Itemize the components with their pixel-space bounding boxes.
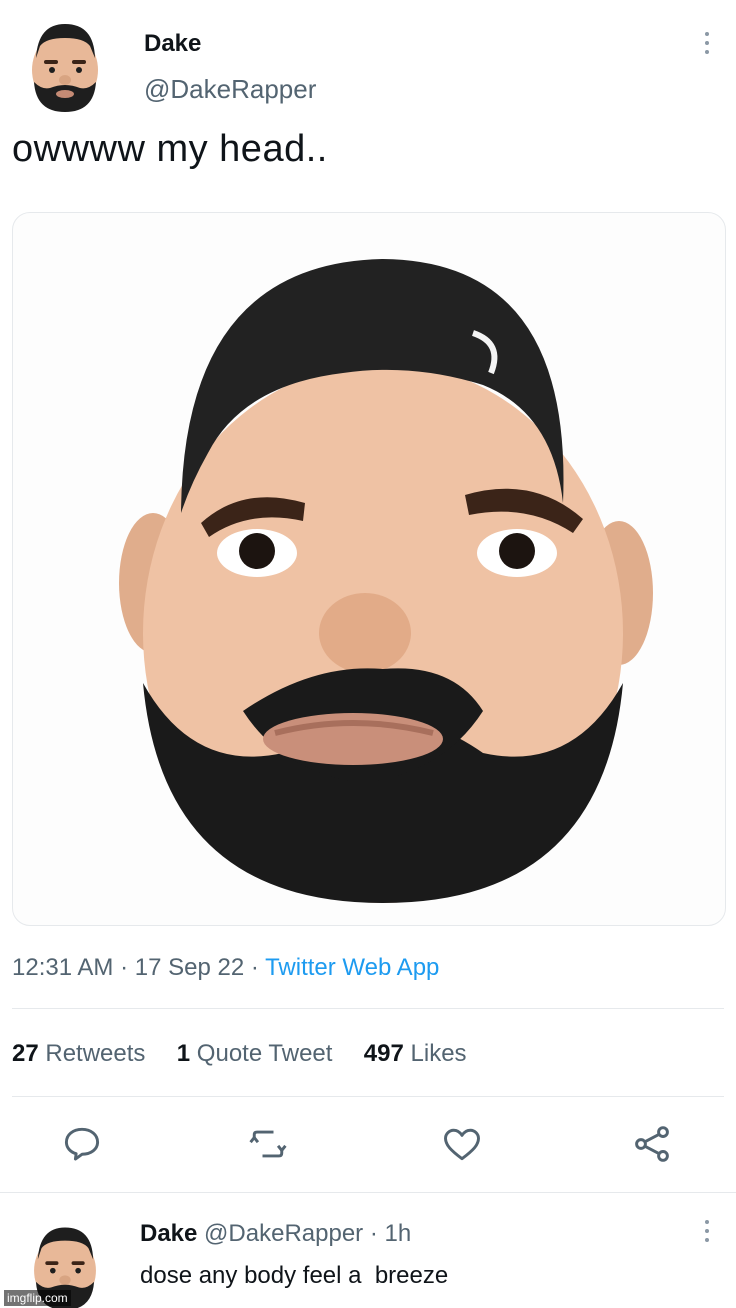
divider: [0, 1192, 736, 1193]
likes-count: 497: [363, 1040, 404, 1067]
more-options-icon[interactable]: [704, 32, 710, 54]
divider: [12, 1008, 724, 1009]
tweet-timestamp-row: 12:31 AM · 17 Sep 22 · Twitter Web App: [12, 954, 439, 982]
avatar-face-icon: [32, 24, 98, 112]
quotes-label: Quote Tweet: [196, 1040, 333, 1067]
retweets-count: 27: [12, 1040, 39, 1067]
quotes-stat[interactable]: 1 Quote Tweet: [177, 1040, 333, 1067]
reply-more-options-icon[interactable]: [704, 1220, 710, 1242]
separator: ·: [363, 1220, 385, 1247]
tweet-text: owwww my head..: [12, 128, 328, 170]
tweet-stats-row: 27 Retweets 1 Quote Tweet 497 Likes: [12, 1040, 467, 1068]
retweets-stat[interactable]: 27 Retweets: [12, 1040, 145, 1067]
author-avatar[interactable]: [28, 16, 102, 112]
likes-stat[interactable]: 497 Likes: [364, 1040, 467, 1067]
likes-label: Likes: [410, 1040, 467, 1067]
tweet-date[interactable]: 17 Sep 22: [135, 954, 244, 981]
share-button[interactable]: [630, 1122, 674, 1166]
reply-author-name[interactable]: Dake: [140, 1220, 197, 1247]
reply-text: dose any body feel a breeze: [140, 1262, 449, 1289]
tweet-media[interactable]: [12, 212, 726, 926]
retweet-button[interactable]: [246, 1122, 290, 1166]
quotes-count: 1: [176, 1040, 191, 1067]
like-button[interactable]: [440, 1122, 484, 1166]
author-name[interactable]: Dake: [144, 30, 201, 58]
separator: ·: [113, 954, 135, 981]
separator: ·: [244, 954, 266, 981]
tweet-source[interactable]: Twitter Web App: [265, 954, 439, 981]
reply-author-handle[interactable]: @DakeRapper: [204, 1220, 363, 1247]
watermark: imgflip.com: [4, 1290, 71, 1306]
reply-header: Dake @DakeRapper · 1h: [140, 1220, 411, 1248]
tweet-time[interactable]: 12:31 AM: [12, 954, 113, 981]
retweet-icon: [249, 1130, 287, 1158]
retweets-label: Retweets: [45, 1040, 146, 1067]
divider: [12, 1096, 724, 1097]
like-icon: [444, 1128, 480, 1161]
author-handle[interactable]: @DakeRapper: [144, 74, 316, 105]
memoji-face-icon: [119, 259, 653, 903]
reply-time[interactable]: 1h: [384, 1220, 411, 1247]
share-icon: [635, 1126, 669, 1162]
reply-button[interactable]: [60, 1122, 104, 1166]
reply-icon: [64, 1127, 100, 1161]
